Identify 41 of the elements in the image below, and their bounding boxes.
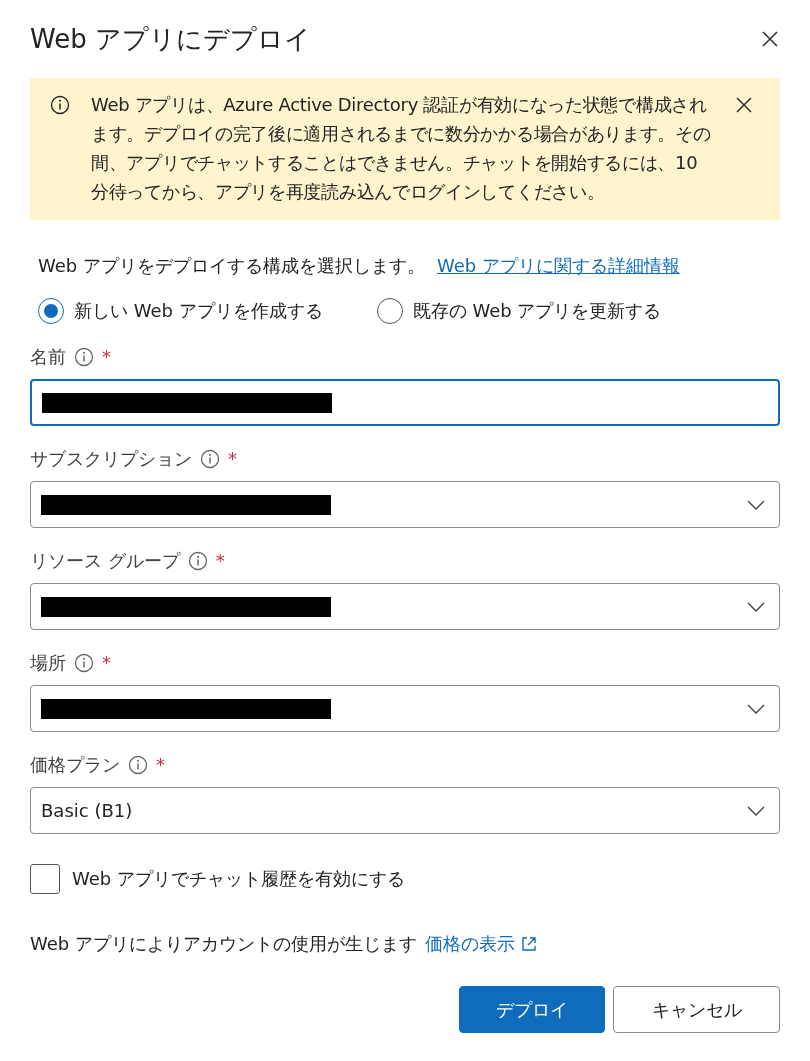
cancel-button[interactable]: キャンセル	[613, 986, 780, 1033]
pricing-link[interactable]: 価格の表示	[424, 932, 537, 956]
learn-more-link[interactable]: Web アプリに関する詳細情報	[436, 254, 680, 278]
info-icon	[128, 755, 148, 775]
dropdown-field[interactable]: Basic (B1)	[30, 787, 780, 834]
text-field[interactable]	[30, 379, 780, 426]
close-icon[interactable]	[760, 29, 780, 49]
field-label: 名前	[30, 345, 66, 369]
checkbox[interactable]	[30, 864, 60, 894]
chevron-down-icon	[747, 601, 765, 612]
field-label: リソース グループ	[30, 549, 180, 573]
cost-note: Web アプリによりアカウントの使用が生じます	[30, 932, 417, 956]
info-icon	[187, 551, 208, 571]
field-value: Basic (B1)	[41, 798, 133, 823]
checkbox-label: Web アプリでチャット履歴を有効にする	[72, 867, 405, 891]
dropdown-field[interactable]	[30, 685, 780, 732]
field-label: サブスクリプション	[30, 447, 192, 471]
close-icon[interactable]	[734, 95, 754, 115]
chevron-down-icon	[747, 499, 765, 510]
external-link-icon	[520, 936, 537, 952]
required-asterisk: *	[102, 651, 111, 675]
radio-option[interactable]: 既存の Web アプリを更新する	[376, 298, 662, 324]
field-label: 価格プラン	[30, 753, 120, 777]
warning-text: Web アプリは、Azure Active Directory 認証が有効になった状態で構成されます。デプロイの完了後に適用されるまでに数分かかる場合があります。その間、アプリでチャットすることはできません。チャットを開始するには、10 分待ってから、アプリを再度読み込んでログインしてください。	[91, 93, 712, 204]
required-asterisk: *	[102, 345, 111, 369]
deploy-button[interactable]: デプロイ	[459, 986, 605, 1033]
required-asterisk: *	[215, 549, 225, 573]
intro-text: Web アプリをデプロイする構成を選択します。	[38, 254, 425, 278]
info-icon	[50, 95, 70, 115]
info-icon	[74, 347, 94, 367]
dialog-title: Web アプリにデプロイ	[30, 27, 311, 51]
dropdown-field[interactable]	[30, 481, 780, 528]
radio-option[interactable]: 新しい Web アプリを作成する	[38, 298, 323, 324]
dropdown-field[interactable]	[30, 583, 780, 630]
required-asterisk: *	[156, 753, 165, 777]
required-asterisk: *	[228, 447, 237, 471]
chevron-down-icon	[747, 703, 765, 714]
info-icon	[74, 653, 94, 673]
chevron-down-icon	[747, 805, 765, 816]
info-icon	[200, 449, 220, 469]
field-label: 場所	[30, 651, 66, 675]
